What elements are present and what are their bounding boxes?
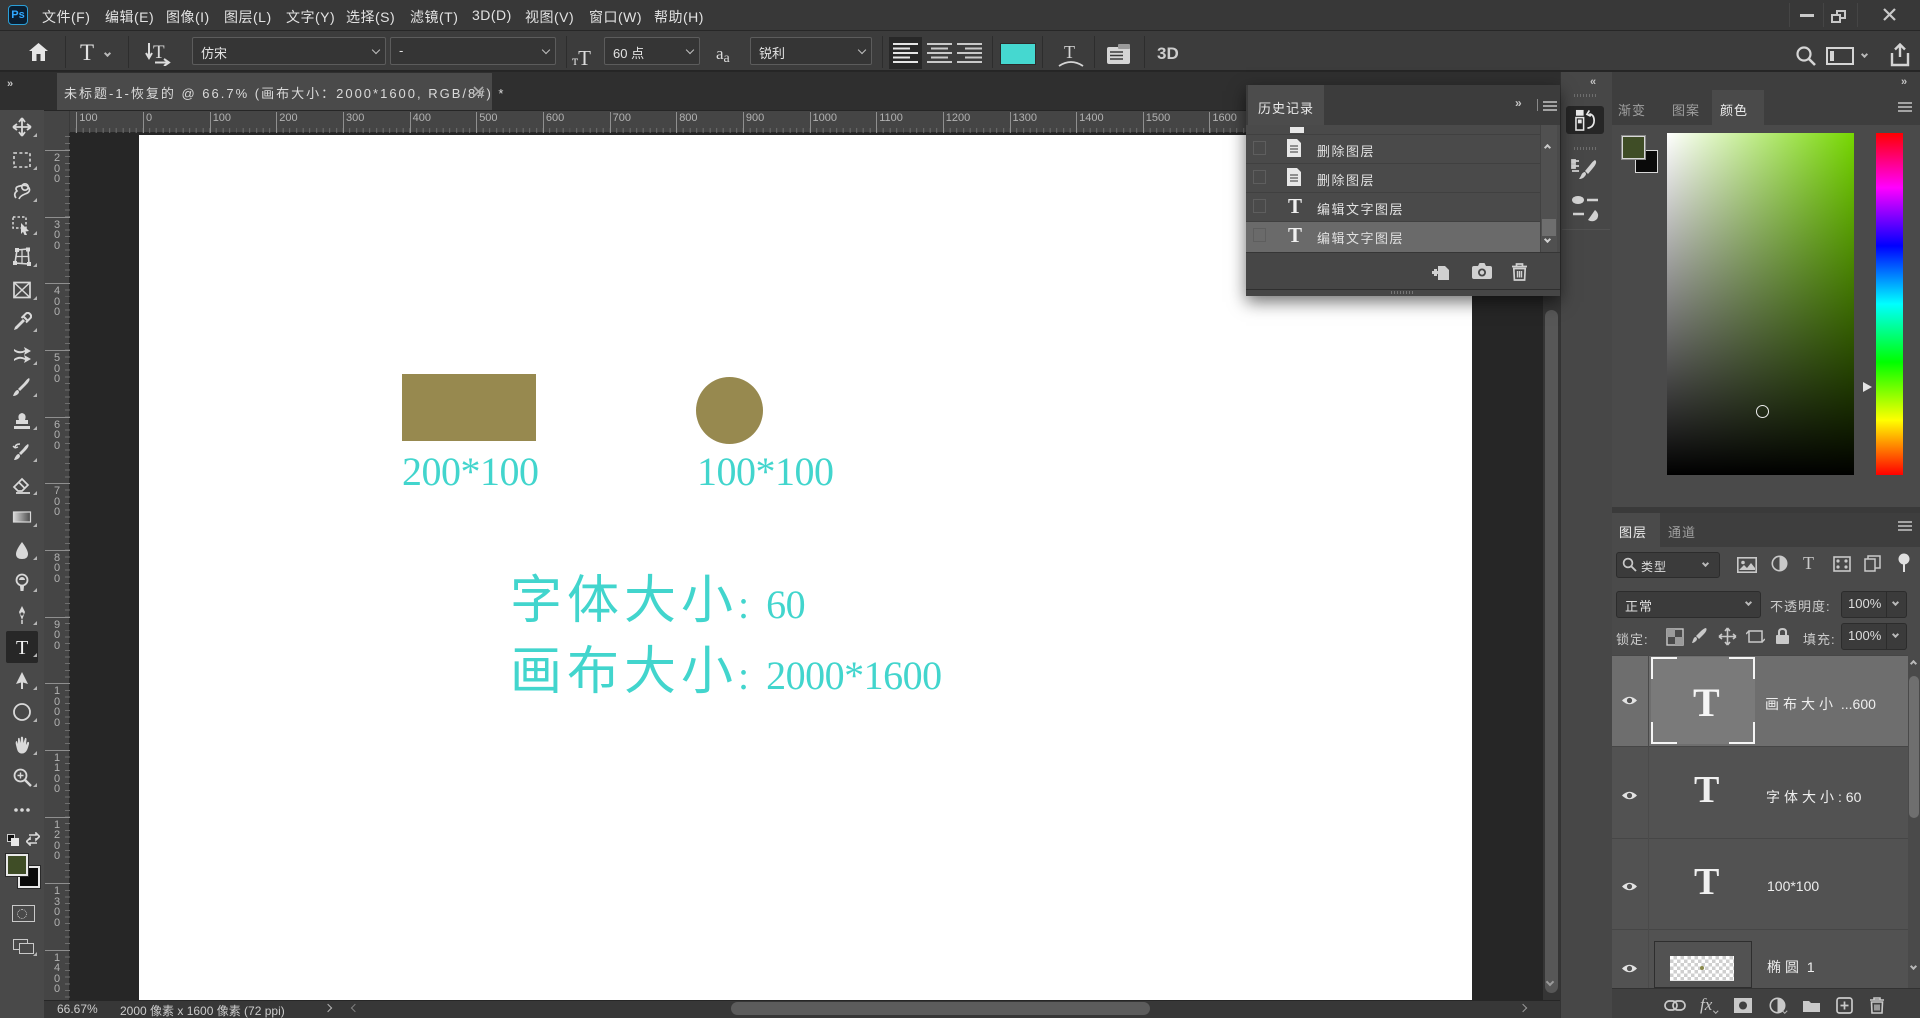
svg-text:T: T [16,637,28,657]
svg-text:T: T [153,42,165,63]
svg-text:T: T [1064,42,1075,62]
